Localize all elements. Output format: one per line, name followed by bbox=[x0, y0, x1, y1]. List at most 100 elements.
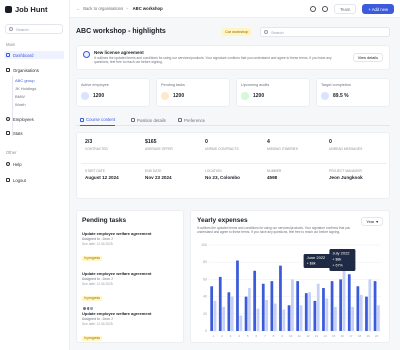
detail-label: CONTRACTED bbox=[85, 147, 108, 151]
stat-label: Active employee bbox=[81, 83, 109, 87]
page-title: ABC workshop - highlights bbox=[76, 28, 166, 35]
bar bbox=[373, 281, 377, 331]
yearly-expenses-panel: Yearly expenses It outlines the updated … bbox=[190, 210, 390, 343]
breadcrumb-back-link[interactable]: Back to organisations bbox=[83, 6, 123, 11]
sidebar-item-employees[interactable]: Employees bbox=[4, 115, 64, 123]
dashboard-icon bbox=[6, 53, 10, 57]
tooltip-value: + $8k bbox=[307, 262, 316, 266]
x-tick-label: 4 bbox=[238, 334, 240, 338]
y-tick-label: 80 bbox=[203, 260, 207, 264]
x-tick-label: 3 bbox=[230, 334, 232, 338]
detail-label: NUMBER bbox=[267, 169, 282, 173]
divider bbox=[81, 163, 387, 164]
detail-average-offer: $165 AVERAGE OFFER bbox=[145, 139, 173, 151]
stat-label: Target completion bbox=[321, 83, 351, 87]
sidebar-item-label: Dashboard bbox=[13, 52, 34, 58]
sidebar-item-stats[interactable]: Stats bbox=[4, 129, 64, 137]
bar bbox=[236, 260, 239, 331]
x-tick-label: 5 bbox=[247, 334, 249, 338]
task-due-date: Due date: 12.06.2025 bbox=[82, 242, 113, 246]
back-arrow-icon[interactable]: ← bbox=[76, 6, 80, 11]
y-tick-label: 0 bbox=[205, 329, 207, 333]
view-details-button[interactable]: View details bbox=[352, 53, 383, 62]
bar bbox=[356, 286, 360, 331]
sidebar-item-label: Help bbox=[13, 161, 22, 167]
stat-card-upcoming-audits: Upcoming audits 1200 bbox=[236, 78, 310, 107]
x-tick-label: 7 bbox=[264, 334, 266, 338]
sidebar-item-organisations[interactable]: Organisations bbox=[4, 66, 64, 74]
stat-card-pending-tasks: Pending tasks 1200 bbox=[156, 78, 230, 107]
task-due-date: Due date: 12.06.2025 bbox=[82, 322, 113, 326]
sidebar-subitem-bmw[interactable]: BMW bbox=[15, 94, 25, 99]
bar bbox=[287, 305, 291, 331]
bar bbox=[330, 281, 334, 331]
sidebar-search-input[interactable]: Search bbox=[5, 24, 63, 34]
stat-value: 89.5 % bbox=[333, 93, 349, 99]
tooltip-value: + $8k bbox=[332, 258, 341, 262]
task-item[interactable]: Update employee welfare agreement Assign… bbox=[82, 271, 180, 311]
x-tick-label: 9 bbox=[281, 334, 283, 338]
x-tick-label: 18 bbox=[358, 334, 362, 338]
stat-card-active-employee: Active employee 1200 bbox=[76, 78, 150, 107]
bar bbox=[256, 308, 260, 331]
bar bbox=[273, 303, 277, 331]
x-tick-label: 13 bbox=[315, 334, 319, 338]
bar bbox=[282, 309, 286, 331]
stat-value: 1200 bbox=[93, 93, 105, 99]
year-select-value: Year bbox=[366, 219, 375, 224]
bar bbox=[248, 288, 251, 331]
expenses-bar-chart: 0204060801001 2 3 4 5 6 7 8 9 10 11 12 13 14 15 16 17 18 1… bbox=[201, 243, 381, 338]
tab-position-details[interactable]: Position details bbox=[131, 114, 166, 126]
detail-label: PROJECT MANAGER bbox=[329, 169, 362, 173]
bar bbox=[322, 288, 325, 331]
tab-label: Course content bbox=[86, 117, 116, 122]
task-item[interactable]: Update employee welfare agreement Assign… bbox=[82, 231, 180, 264]
sidebar-item-logout[interactable]: Logout bbox=[4, 176, 64, 184]
avatar bbox=[89, 305, 94, 311]
sidebar-subitem-abc-group[interactable]: ABC group bbox=[15, 78, 35, 83]
sidebar-item-help[interactable]: Help bbox=[4, 160, 64, 168]
brand[interactable]: Job Hunt bbox=[5, 5, 48, 14]
detail-unpaid-contracts: 0 UNPAID CONTRACTS bbox=[205, 139, 239, 151]
bar bbox=[308, 292, 311, 331]
task-item[interactable]: Update employee welfare agreement Assign… bbox=[82, 311, 180, 344]
topbar: ← Back to organisations › ABC workshop T… bbox=[70, 0, 400, 18]
bar bbox=[325, 298, 329, 331]
tooltip-label: June 2022 bbox=[307, 255, 326, 260]
detail-label: LOCATION bbox=[205, 169, 222, 173]
bar bbox=[291, 279, 294, 331]
add-new-button[interactable]: + Add new bbox=[362, 4, 394, 14]
detail-value: $165 bbox=[145, 139, 157, 145]
sidebar-item-label: Stats bbox=[13, 130, 23, 136]
building-icon bbox=[6, 68, 10, 72]
y-tick-label: 40 bbox=[203, 295, 207, 299]
tab-course-content[interactable]: Course content bbox=[80, 114, 116, 126]
sidebar-search-placeholder: Search bbox=[16, 26, 29, 32]
main-search-input[interactable]: Search bbox=[260, 27, 390, 37]
clipboard-icon bbox=[161, 92, 169, 100]
document-icon bbox=[131, 118, 135, 122]
sidebar-subitem-wurth[interactable]: Wurth bbox=[15, 102, 26, 107]
bar bbox=[368, 279, 372, 331]
sidebar-item-label: Logout bbox=[13, 177, 26, 183]
sidebar-item-dashboard[interactable]: Dashboard bbox=[4, 51, 64, 59]
users-icon bbox=[6, 117, 10, 121]
x-tick-label: 16 bbox=[341, 334, 345, 338]
chat-icon[interactable] bbox=[310, 6, 317, 12]
team-button[interactable]: Team bbox=[334, 4, 357, 14]
status-badge: In progress bbox=[82, 295, 102, 301]
license-agreement-banner: New license agreement It outlines the up… bbox=[76, 45, 390, 70]
detail-value: 0 bbox=[205, 139, 208, 145]
calendar-icon bbox=[241, 92, 249, 100]
bell-icon[interactable] bbox=[322, 6, 329, 12]
sidebar-subitem-jk-holdings[interactable]: JK Holdings bbox=[15, 86, 36, 91]
tab-preference[interactable]: Preference bbox=[178, 114, 205, 126]
avatar-group bbox=[82, 305, 180, 311]
detail-value: Jeon Jungkook bbox=[329, 175, 363, 180]
bar bbox=[265, 300, 268, 331]
bar bbox=[261, 283, 265, 331]
year-select[interactable]: Year ▾ bbox=[361, 217, 383, 226]
target-icon bbox=[321, 92, 329, 100]
y-tick-label: 20 bbox=[203, 312, 207, 316]
topbar-actions: Team + Add new bbox=[310, 4, 394, 14]
